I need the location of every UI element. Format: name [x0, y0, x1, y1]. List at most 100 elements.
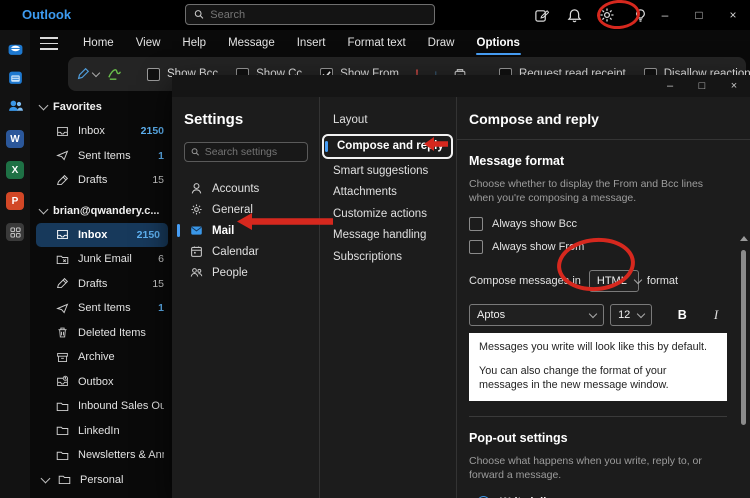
chevron-down-icon: [39, 101, 49, 111]
rail-powerpoint-icon[interactable]: P: [6, 192, 24, 210]
folder-label: LinkedIn: [78, 425, 164, 437]
bold-button[interactable]: B: [672, 308, 692, 322]
dialog-close-button[interactable]: ×: [718, 75, 750, 97]
italic-button[interactable]: I: [706, 307, 726, 323]
font-size-dropdown[interactable]: 12: [610, 304, 652, 326]
tips-lightbulb-icon[interactable]: [630, 5, 650, 25]
sidebar-item-sent[interactable]: Sent Items 1: [30, 296, 172, 321]
settings-search[interactable]: [184, 142, 308, 162]
person-icon: [190, 182, 203, 195]
settings-nav-calendar[interactable]: Calendar: [184, 241, 307, 262]
window-maximize-button[interactable]: □: [682, 0, 716, 30]
write-inline-option[interactable]: Write inline: [469, 492, 726, 498]
sidebar-item-archive[interactable]: Archive: [30, 345, 172, 370]
calendar-icon: [190, 245, 203, 258]
outlook-app-window: Outlook – □ × Home View Help Message Ins…: [0, 0, 750, 498]
sidebar-item-sent-favorite[interactable]: Sent Items 1: [30, 144, 172, 169]
favorites-section-header[interactable]: Favorites: [30, 95, 172, 119]
sidebar-item-inbound-sales[interactable]: Inbound Sales Out...: [30, 394, 172, 419]
settings-nav-accounts[interactable]: Accounts: [184, 178, 307, 199]
tab-help[interactable]: Help: [171, 31, 217, 56]
scroll-up-arrow-icon[interactable]: [740, 236, 748, 241]
tab-options[interactable]: Options: [466, 31, 531, 56]
settings-gear-icon[interactable]: [597, 5, 617, 25]
tab-insert[interactable]: Insert: [286, 31, 337, 56]
settings-nav-mail[interactable]: Mail: [184, 220, 307, 241]
sidebar-item-drafts-favorite[interactable]: Drafts 15: [30, 168, 172, 193]
message-format-title: Message format: [469, 154, 726, 168]
subnav-customize-actions[interactable]: Customize actions: [320, 204, 456, 226]
panel-heading: Compose and reply: [457, 97, 750, 139]
item-count: 15: [152, 174, 164, 186]
tab-draw[interactable]: Draw: [417, 31, 466, 56]
sidebar-item-junk[interactable]: Junk Email 6: [30, 247, 172, 272]
folder-sidebar: Favorites Inbox 2150 Sent Items 1 Drafts…: [30, 95, 172, 498]
sidebar-item-deleted[interactable]: Deleted Items: [30, 321, 172, 346]
folder-label: Inbox: [78, 125, 132, 137]
subnav-smart-suggestions[interactable]: Smart suggestions: [320, 161, 456, 183]
unread-count: 1: [158, 150, 164, 162]
rail-excel-icon[interactable]: X: [6, 161, 24, 179]
sidebar-item-drafts[interactable]: Drafts 15: [30, 272, 172, 297]
rail-people-icon[interactable]: [6, 96, 24, 114]
sidebar-item-linkedin[interactable]: LinkedIn: [30, 419, 172, 444]
nav-label: Calendar: [212, 246, 259, 258]
tab-message[interactable]: Message: [217, 31, 286, 56]
preview-line-2: You can also change the format of your m…: [479, 364, 717, 393]
sidebar-item-newsletters[interactable]: Newsletters & Ann...: [30, 443, 172, 468]
rail-calendar-icon[interactable]: [6, 68, 24, 86]
window-minimize-button[interactable]: –: [648, 0, 682, 30]
subnav-subscriptions[interactable]: Subscriptions: [320, 247, 456, 269]
scrollbar-thumb[interactable]: [741, 250, 746, 425]
folder-label: Drafts: [78, 174, 143, 186]
settings-nav-people[interactable]: People: [184, 262, 307, 283]
panel-scrollbar[interactable]: [740, 222, 747, 498]
always-show-bcc-option[interactable]: Always show Bcc: [469, 215, 726, 233]
app-rail: W X P: [0, 30, 30, 498]
nav-label: People: [212, 267, 248, 279]
notes-icon[interactable]: [531, 5, 551, 25]
item-count: 15: [152, 278, 164, 290]
settings-nav-column: Settings Accounts General Mail Calendar: [172, 97, 320, 498]
dialog-minimize-button[interactable]: –: [654, 75, 686, 97]
pen-tool-icon[interactable]: [76, 67, 99, 81]
checkbox-icon: [147, 68, 160, 81]
notifications-bell-icon[interactable]: [564, 5, 584, 25]
account-section-header[interactable]: brian@qwandery.c...: [30, 199, 172, 223]
editor-icon[interactable]: [107, 67, 122, 82]
always-show-from-option[interactable]: Always show From: [469, 238, 726, 256]
subnav-layout[interactable]: Layout: [320, 110, 456, 132]
global-search[interactable]: [185, 4, 435, 25]
rail-mail-icon[interactable]: [6, 40, 24, 58]
folder-label: Outbox: [78, 376, 164, 388]
tab-home[interactable]: Home: [72, 31, 125, 56]
font-family-dropdown[interactable]: Aptos: [469, 304, 604, 326]
sidebar-item-personal[interactable]: Personal: [30, 468, 172, 493]
tab-format-text[interactable]: Format text: [337, 31, 417, 56]
rail-more-apps-icon[interactable]: [6, 223, 24, 241]
font-family-value: Aptos: [477, 309, 505, 321]
folder-label: Junk Email: [78, 253, 149, 265]
settings-nav-general[interactable]: General: [184, 199, 307, 220]
mail-icon: [190, 224, 203, 237]
chevron-down-icon: [637, 310, 645, 318]
dialog-maximize-button[interactable]: □: [686, 75, 718, 97]
settings-search-input[interactable]: [205, 146, 301, 158]
tab-view[interactable]: View: [125, 31, 172, 56]
popout-settings-description: Choose what happens when you write, repl…: [469, 454, 724, 482]
sidebar-item-inbox[interactable]: Inbox 2150: [36, 223, 168, 248]
message-format-dropdown[interactable]: HTML: [589, 270, 639, 292]
sidebar-item-outbox[interactable]: Outbox: [30, 370, 172, 395]
search-input[interactable]: [210, 9, 426, 21]
settings-title: Settings: [184, 111, 307, 128]
settings-dialog: – □ × Settings Accounts General Mail: [172, 75, 750, 498]
subnav-compose-and-reply[interactable]: Compose and reply: [322, 134, 453, 159]
sidebar-item-inbox-favorite[interactable]: Inbox 2150: [30, 119, 172, 144]
folder-label: Sent Items: [78, 150, 149, 162]
subnav-attachments[interactable]: Attachments: [320, 182, 456, 204]
hamburger-menu-icon[interactable]: [40, 37, 58, 50]
outlook-logo: Outlook: [22, 7, 71, 22]
rail-word-icon[interactable]: W: [6, 130, 24, 148]
subnav-message-handling[interactable]: Message handling: [320, 225, 456, 247]
window-close-button[interactable]: ×: [716, 0, 750, 30]
